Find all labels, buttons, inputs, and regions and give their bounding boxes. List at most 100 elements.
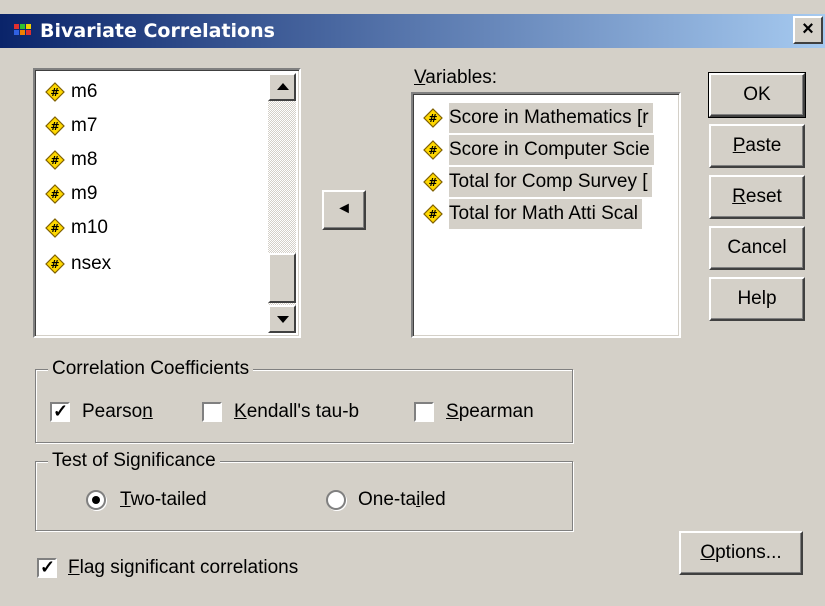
- numeric-variable-icon: #: [45, 218, 65, 238]
- two-tailed-text: wo-tailed: [130, 489, 207, 510]
- list-item-label: Total for Math Atti Scal: [449, 199, 643, 229]
- window-title: Bivariate Correlations: [40, 20, 275, 42]
- numeric-variable-icon: #: [45, 254, 65, 274]
- pearson-label[interactable]: Pearson: [82, 400, 153, 424]
- app-icon: [14, 24, 31, 35]
- svg-text:#: #: [50, 154, 59, 167]
- kendall-mnemonic: K: [234, 401, 247, 422]
- list-item-label: m6: [71, 81, 98, 102]
- list-item-label: m7: [71, 115, 98, 136]
- vertical-scrollbar[interactable]: [268, 73, 296, 333]
- spearman-label[interactable]: Spearman: [446, 400, 534, 424]
- numeric-variable-icon: #: [45, 184, 65, 204]
- svg-text:#: #: [50, 86, 59, 99]
- help-button-label: Help: [737, 288, 777, 309]
- flag-significant-label[interactable]: Flag significant correlations: [68, 556, 298, 580]
- one-tailed-radio[interactable]: [326, 490, 346, 510]
- list-item[interactable]: # Score in Mathematics [r: [423, 102, 653, 134]
- svg-text:#: #: [428, 176, 437, 189]
- title-bar[interactable]: Bivariate Correlations ×: [0, 14, 825, 48]
- spearman-mnemonic: S: [446, 401, 459, 422]
- flag-significant-checkbox[interactable]: ✓: [37, 557, 57, 578]
- svg-text:#: #: [428, 144, 437, 157]
- spearman-text: pearman: [458, 401, 534, 422]
- arrow-down-icon: [277, 316, 289, 323]
- group-title: Correlation Coefficients: [48, 357, 254, 381]
- list-item-label: Score in Mathematics [r: [449, 103, 653, 133]
- arrow-up-icon: [277, 83, 289, 90]
- source-variable-list[interactable]: # m6 # m7 # m8 # m9 # m10 # nsex: [33, 68, 301, 338]
- kendall-checkbox[interactable]: [202, 402, 222, 422]
- numeric-variable-icon: #: [423, 204, 443, 224]
- reset-button-label: eset: [745, 186, 782, 207]
- reset-button[interactable]: Reset: [709, 175, 805, 219]
- paste-button[interactable]: Paste: [709, 124, 805, 168]
- numeric-variable-icon: #: [45, 150, 65, 170]
- correlation-coefficients-group: Correlation Coefficients ✓ Pearson Kenda…: [35, 357, 573, 443]
- list-item-label: m10: [71, 217, 108, 238]
- paste-mnemonic: P: [732, 135, 746, 156]
- list-item[interactable]: # m8: [45, 144, 97, 176]
- options-button[interactable]: Options...: [679, 531, 803, 575]
- variables-label-mnemonic: V: [414, 67, 426, 88]
- list-item-label: m9: [71, 183, 98, 204]
- reset-mnemonic: R: [732, 186, 746, 207]
- radio-selected-dot: [92, 496, 100, 504]
- check-icon: ✓: [40, 557, 56, 577]
- list-item[interactable]: # Total for Math Atti Scal: [423, 198, 643, 230]
- move-variable-button[interactable]: ◄: [322, 190, 366, 230]
- svg-text:#: #: [50, 258, 59, 271]
- two-tailed-mnemonic: T: [120, 489, 131, 510]
- list-item-label: Score in Computer Scie: [449, 135, 654, 165]
- paste-button-label: aste: [745, 135, 782, 156]
- check-icon: ✓: [53, 401, 69, 421]
- arrow-left-icon: ◄: [336, 200, 352, 217]
- list-item[interactable]: # nsex: [45, 248, 111, 280]
- list-item[interactable]: # m6: [45, 76, 97, 108]
- two-tailed-label[interactable]: Two-tailed: [120, 488, 207, 512]
- numeric-variable-icon: #: [423, 108, 443, 128]
- scroll-thumb[interactable]: [268, 253, 296, 303]
- close-icon: ×: [802, 18, 814, 40]
- list-item[interactable]: # m9: [45, 178, 97, 210]
- two-tailed-radio[interactable]: [86, 490, 106, 510]
- pearson-text: Pearso: [82, 401, 143, 422]
- test-of-significance-group: Test of Significance Two-tailed One-tail…: [35, 449, 573, 531]
- scroll-up-button[interactable]: [268, 73, 296, 101]
- list-item-label: nsex: [71, 253, 112, 274]
- one-tailed-text: One-ta: [358, 489, 417, 510]
- pearson-mnemonic: n: [142, 401, 153, 422]
- spearman-checkbox[interactable]: [414, 402, 434, 422]
- svg-text:#: #: [50, 120, 59, 133]
- list-item[interactable]: # m7: [45, 110, 97, 142]
- list-item[interactable]: # Total for Comp Survey [: [423, 166, 652, 198]
- dialog-window: Bivariate Correlations × # m6 # m7 # m8 …: [0, 0, 825, 606]
- list-item[interactable]: # Score in Computer Scie: [423, 134, 654, 166]
- list-item[interactable]: # m10: [45, 212, 108, 244]
- cancel-button[interactable]: Cancel: [709, 226, 805, 270]
- svg-text:#: #: [428, 112, 437, 125]
- numeric-variable-icon: #: [45, 82, 65, 102]
- numeric-variable-icon: #: [423, 140, 443, 160]
- group-title: Test of Significance: [48, 449, 220, 473]
- kendall-text: endall's tau-b: [246, 401, 360, 422]
- svg-text:#: #: [50, 222, 59, 235]
- flag-mnemonic: F: [68, 557, 80, 578]
- one-tailed-label[interactable]: One-tailed: [358, 488, 446, 512]
- options-mnemonic: O: [700, 542, 716, 563]
- pearson-checkbox[interactable]: ✓: [50, 401, 70, 422]
- kendall-label[interactable]: Kendall's tau-b: [234, 400, 359, 424]
- svg-text:#: #: [50, 188, 59, 201]
- list-item-label: Total for Comp Survey [: [449, 167, 652, 197]
- variables-label-text: ariables:: [425, 67, 498, 88]
- one-tailed-text-rest: led: [420, 489, 446, 510]
- help-button[interactable]: Help: [709, 277, 805, 321]
- ok-button-label: OK: [743, 84, 771, 105]
- flag-text: lag significant correlations: [79, 557, 299, 578]
- scroll-down-button[interactable]: [268, 305, 296, 333]
- ok-button[interactable]: OK: [708, 72, 806, 118]
- numeric-variable-icon: #: [45, 116, 65, 136]
- variables-list[interactable]: # Score in Mathematics [r # Score in Com…: [411, 92, 681, 338]
- svg-text:#: #: [428, 208, 437, 221]
- close-button[interactable]: ×: [793, 16, 823, 44]
